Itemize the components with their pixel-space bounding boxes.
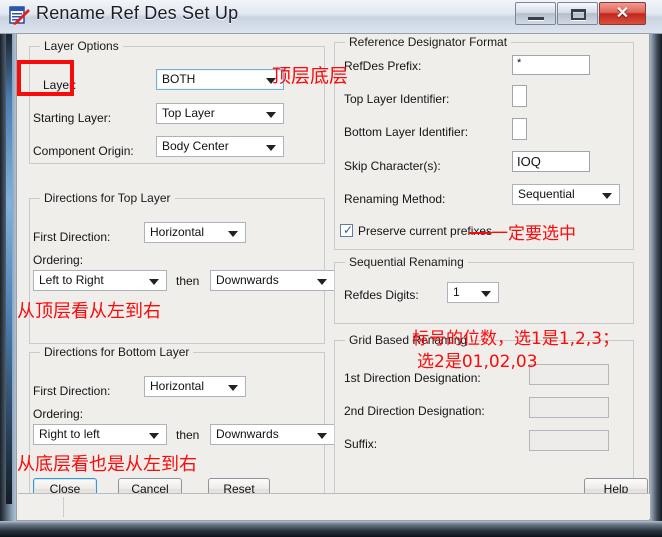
top-ordering2-combobox[interactable]: Downwards bbox=[210, 270, 335, 291]
starting-layer-combobox[interactable]: Top Layer bbox=[156, 103, 284, 124]
renaming-method-label: Renaming Method: bbox=[344, 192, 446, 206]
annotation-top-layer-note: 从顶层看从左到右 bbox=[17, 301, 161, 322]
status-bar-separator bbox=[63, 497, 64, 517]
top-ordering-label: Ordering: bbox=[33, 253, 84, 267]
close-window-button[interactable]: ✕ bbox=[599, 2, 646, 25]
annotation-preserve-note: 一定要选中 bbox=[491, 224, 576, 244]
layer-combobox[interactable]: BOTH bbox=[156, 69, 284, 90]
annotation-preserve-pointer bbox=[469, 232, 491, 234]
refdes-prefix-value: * bbox=[517, 57, 522, 69]
component-origin-combobox[interactable]: Body Center bbox=[156, 136, 284, 157]
chevron-down-icon bbox=[149, 279, 159, 285]
bottom-ordering2-value: Downwards bbox=[216, 427, 279, 441]
group-layer-options-label: Layer Options bbox=[40, 39, 123, 53]
group-sequential-renaming-label: Sequential Renaming bbox=[345, 255, 468, 269]
refdes-digits-combobox[interactable]: 1 bbox=[447, 282, 499, 303]
first-direction-designation-input[interactable] bbox=[529, 364, 609, 385]
annotation-digits-note-line2: 选2是01,02,03 bbox=[417, 352, 538, 372]
starting-layer-label: Starting Layer: bbox=[33, 111, 112, 125]
group-bottom-layer-directions-label: Directions for Bottom Layer bbox=[40, 345, 194, 359]
suffix-input[interactable] bbox=[529, 430, 609, 451]
bottom-first-direction-value: Horizontal bbox=[150, 379, 205, 393]
maximize-icon bbox=[571, 9, 586, 20]
bottom-layer-identifier-label: Bottom Layer Identifier: bbox=[344, 125, 469, 139]
bottom-ordering-label: Ordering: bbox=[33, 407, 84, 421]
top-first-direction-label: First Direction: bbox=[33, 230, 111, 244]
chevron-down-icon bbox=[266, 145, 276, 151]
skip-characters-input[interactable]: IOQ bbox=[512, 151, 590, 172]
maximize-button[interactable] bbox=[557, 2, 598, 25]
dialog-client-area: Layer Options Layer: BOTH Starting Layer… bbox=[16, 33, 650, 521]
bottom-first-direction-combobox[interactable]: Horizontal bbox=[144, 376, 246, 397]
refdes-digits-label: Refdes Digits: bbox=[344, 288, 419, 302]
top-ordering2-value: Downwards bbox=[216, 273, 279, 287]
layer-highlight-box bbox=[17, 60, 74, 96]
component-origin-label: Component Origin: bbox=[33, 144, 134, 158]
chevron-down-icon bbox=[317, 433, 327, 439]
top-layer-identifier-label: Top Layer Identifier: bbox=[344, 92, 450, 106]
chevron-down-icon bbox=[149, 433, 159, 439]
refdes-digits-value: 1 bbox=[453, 285, 460, 299]
bottom-ordering2-combobox[interactable]: Downwards bbox=[210, 424, 335, 445]
starting-layer-combobox-value: Top Layer bbox=[162, 106, 215, 120]
suffix-label: Suffix: bbox=[344, 437, 378, 451]
window-controls: ✕ bbox=[514, 2, 646, 27]
layer-combobox-value: BOTH bbox=[162, 72, 196, 86]
minimize-icon bbox=[528, 17, 544, 20]
skip-characters-label: Skip Character(s): bbox=[344, 159, 441, 173]
bottom-ordering-value: Right to left bbox=[39, 427, 100, 441]
annotation-layer-note: 顶层底层 bbox=[272, 65, 349, 87]
top-first-direction-value: Horizontal bbox=[150, 225, 205, 239]
renaming-method-combobox[interactable]: Sequential bbox=[512, 184, 620, 205]
annotation-bottom-layer-note: 从底层看也是从左到右 bbox=[17, 454, 197, 475]
top-ordering-combobox[interactable]: Left to Right bbox=[33, 270, 167, 291]
component-origin-combobox-value: Body Center bbox=[162, 139, 229, 153]
top-layer-identifier-input[interactable] bbox=[512, 85, 527, 107]
close-icon: ✕ bbox=[615, 5, 630, 22]
top-ordering-value: Left to Right bbox=[39, 273, 104, 287]
refdes-prefix-input[interactable]: * bbox=[512, 55, 590, 75]
check-icon: ✓ bbox=[343, 223, 354, 237]
chevron-down-icon bbox=[266, 112, 276, 118]
window-frame-bottom bbox=[0, 521, 662, 537]
first-direction-designation-label: 1st Direction Designation: bbox=[344, 371, 481, 385]
skip-characters-value: IOQ bbox=[517, 154, 541, 169]
annotation-digits-note-line1: 标号的位数，选1是1,2,3； bbox=[412, 329, 620, 349]
minimize-button[interactable] bbox=[515, 2, 556, 25]
preserve-prefixes-checkbox[interactable]: ✓ bbox=[340, 223, 354, 237]
bottom-ordering-combobox[interactable]: Right to left bbox=[33, 424, 167, 445]
group-refdes-format-label: Reference Designator Format bbox=[345, 35, 512, 49]
bottom-first-direction-label: First Direction: bbox=[33, 384, 111, 398]
preserve-prefixes-label: Preserve current prefixes bbox=[358, 224, 493, 238]
second-direction-designation-input[interactable] bbox=[529, 397, 609, 418]
chevron-down-icon bbox=[602, 193, 612, 199]
refdes-prefix-label: RefDes Prefix: bbox=[344, 59, 422, 73]
chevron-down-icon bbox=[317, 279, 327, 285]
chevron-down-icon bbox=[228, 231, 238, 237]
rename-refdes-icon bbox=[9, 6, 30, 25]
title-bar: Rename Ref Des Set Up ✕ bbox=[0, 0, 662, 34]
window-title: Rename Ref Des Set Up bbox=[36, 3, 239, 23]
renaming-method-value: Sequential bbox=[518, 187, 575, 201]
second-direction-designation-label: 2nd Direction Designation: bbox=[344, 404, 485, 418]
chevron-down-icon bbox=[481, 291, 491, 297]
bottom-then-label: then bbox=[176, 428, 200, 442]
top-then-label: then bbox=[176, 274, 200, 288]
chevron-down-icon bbox=[228, 385, 238, 391]
top-first-direction-combobox[interactable]: Horizontal bbox=[144, 222, 246, 243]
bottom-layer-identifier-input[interactable] bbox=[512, 118, 527, 140]
dialog-window: Rename Ref Des Set Up ✕ Layer Options La… bbox=[0, 0, 662, 537]
status-bar bbox=[18, 493, 650, 519]
group-top-layer-directions-label: Directions for Top Layer bbox=[40, 191, 175, 205]
